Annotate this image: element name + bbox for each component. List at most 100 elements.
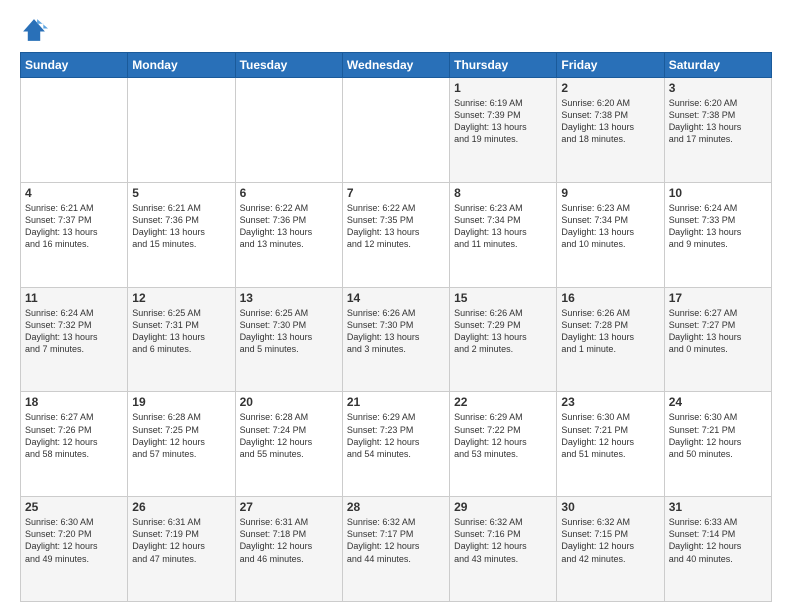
calendar-cell: 12Sunrise: 6:25 AM Sunset: 7:31 PM Dayli… (128, 287, 235, 392)
day-number: 15 (454, 291, 552, 305)
day-number: 18 (25, 395, 123, 409)
logo (20, 16, 52, 44)
calendar-cell: 26Sunrise: 6:31 AM Sunset: 7:19 PM Dayli… (128, 497, 235, 602)
calendar-cell (235, 78, 342, 183)
day-info: Sunrise: 6:30 AM Sunset: 7:21 PM Dayligh… (561, 411, 659, 460)
day-info: Sunrise: 6:28 AM Sunset: 7:24 PM Dayligh… (240, 411, 338, 460)
weekday-header-sunday: Sunday (21, 53, 128, 78)
day-number: 21 (347, 395, 445, 409)
weekday-header-monday: Monday (128, 53, 235, 78)
weekday-header-saturday: Saturday (664, 53, 771, 78)
day-number: 19 (132, 395, 230, 409)
day-number: 16 (561, 291, 659, 305)
calendar-cell: 31 Sunrise: 6:33 AM Sunset: 7:14 PM Dayli… (664, 497, 771, 602)
day-info: Sunrise: 6:23 AM Sunset: 7:34 PM Dayligh… (561, 202, 659, 251)
day-number: 5 (132, 186, 230, 200)
day-number: 23 (561, 395, 659, 409)
day-info: Sunrise: 6:20 AM Sunset: 7:38 PM Dayligh… (669, 97, 767, 146)
day-number: 26 (132, 500, 230, 514)
calendar-cell: 25 Sunrise: 6:30 AM Sunset: 7:20 PM Dayli… (21, 497, 128, 602)
day-number: 20 (240, 395, 338, 409)
day-number: 12 (132, 291, 230, 305)
day-info: Sunrise: 6:21 AM Sunset: 7:36 PM Dayligh… (132, 202, 230, 251)
day-info: Sunrise: 6:22 AM Sunset: 7:35 PM Dayligh… (347, 202, 445, 251)
day-number: 27 (240, 500, 338, 514)
calendar-cell: 23 Sunrise: 6:30 AM Sunset: 7:21 PM Dayli… (557, 392, 664, 497)
calendar-cell: 30 Sunrise: 6:32 AM Sunset: 7:15 PM Dayli… (557, 497, 664, 602)
calendar-cell: 20 Sunrise: 6:28 AM Sunset: 7:24 PM Dayli… (235, 392, 342, 497)
day-number: 14 (347, 291, 445, 305)
week-row-4: 18 Sunrise: 6:27 AM Sunset: 7:26 PM Dayli… (21, 392, 772, 497)
day-number: 29 (454, 500, 552, 514)
day-info: Sunrise: 6:32 AM Sunset: 7:17 PM Dayligh… (347, 516, 445, 565)
logo-icon (20, 16, 48, 44)
day-number: 3 (669, 81, 767, 95)
day-number: 8 (454, 186, 552, 200)
day-info: Sunrise: 6:25 AM Sunset: 7:30 PM Dayligh… (240, 307, 338, 356)
day-number: 9 (561, 186, 659, 200)
calendar-cell: 14 Sunrise: 6:26 AM Sunset: 7:30 PM Dayli… (342, 287, 449, 392)
calendar-cell: 3 Sunrise: 6:20 AM Sunset: 7:38 PM Daylig… (664, 78, 771, 183)
calendar-cell (342, 78, 449, 183)
week-row-1: 1 Sunrise: 6:19 AM Sunset: 7:39 PM Daylig… (21, 78, 772, 183)
calendar-cell: 5 Sunrise: 6:21 AM Sunset: 7:36 PM Daylig… (128, 182, 235, 287)
calendar-cell: 1 Sunrise: 6:19 AM Sunset: 7:39 PM Daylig… (450, 78, 557, 183)
day-info: Sunrise: 6:23 AM Sunset: 7:34 PM Dayligh… (454, 202, 552, 251)
calendar-cell (21, 78, 128, 183)
day-info: Sunrise: 6:30 AM Sunset: 7:20 PM Dayligh… (25, 516, 123, 565)
day-info: Sunrise: 6:31 AM Sunset: 7:18 PM Dayligh… (240, 516, 338, 565)
day-number: 30 (561, 500, 659, 514)
page: SundayMondayTuesdayWednesdayThursdayFrid… (0, 0, 792, 612)
header (20, 16, 772, 44)
day-info: Sunrise: 6:26 AM Sunset: 7:30 PM Dayligh… (347, 307, 445, 356)
day-number: 31 (669, 500, 767, 514)
day-number: 1 (454, 81, 552, 95)
day-number: 4 (25, 186, 123, 200)
calendar-cell (128, 78, 235, 183)
day-info: Sunrise: 6:32 AM Sunset: 7:16 PM Dayligh… (454, 516, 552, 565)
calendar-cell: 8 Sunrise: 6:23 AM Sunset: 7:34 PM Daylig… (450, 182, 557, 287)
calendar-cell: 29 Sunrise: 6:32 AM Sunset: 7:16 PM Dayli… (450, 497, 557, 602)
calendar-cell: 7 Sunrise: 6:22 AM Sunset: 7:35 PM Daylig… (342, 182, 449, 287)
week-row-3: 11Sunrise: 6:24 AM Sunset: 7:32 PM Dayli… (21, 287, 772, 392)
day-info: Sunrise: 6:22 AM Sunset: 7:36 PM Dayligh… (240, 202, 338, 251)
calendar-cell: 13Sunrise: 6:25 AM Sunset: 7:30 PM Dayli… (235, 287, 342, 392)
calendar-cell: 27 Sunrise: 6:31 AM Sunset: 7:18 PM Dayli… (235, 497, 342, 602)
day-number: 7 (347, 186, 445, 200)
calendar-cell: 17 Sunrise: 6:27 AM Sunset: 7:27 PM Dayli… (664, 287, 771, 392)
weekday-header-row: SundayMondayTuesdayWednesdayThursdayFrid… (21, 53, 772, 78)
calendar-cell: 15Sunrise: 6:26 AM Sunset: 7:29 PM Dayli… (450, 287, 557, 392)
calendar-cell: 4Sunrise: 6:21 AM Sunset: 7:37 PM Daylig… (21, 182, 128, 287)
calendar-cell: 18 Sunrise: 6:27 AM Sunset: 7:26 PM Dayli… (21, 392, 128, 497)
calendar-cell: 11Sunrise: 6:24 AM Sunset: 7:32 PM Dayli… (21, 287, 128, 392)
calendar-cell: 16 Sunrise: 6:26 AM Sunset: 7:28 PM Dayli… (557, 287, 664, 392)
day-number: 28 (347, 500, 445, 514)
day-number: 25 (25, 500, 123, 514)
day-info: Sunrise: 6:29 AM Sunset: 7:23 PM Dayligh… (347, 411, 445, 460)
calendar-cell: 22Sunrise: 6:29 AM Sunset: 7:22 PM Dayli… (450, 392, 557, 497)
day-info: Sunrise: 6:29 AM Sunset: 7:22 PM Dayligh… (454, 411, 552, 460)
day-info: Sunrise: 6:24 AM Sunset: 7:33 PM Dayligh… (669, 202, 767, 251)
calendar-cell: 10 Sunrise: 6:24 AM Sunset: 7:33 PM Dayli… (664, 182, 771, 287)
day-number: 10 (669, 186, 767, 200)
day-info: Sunrise: 6:32 AM Sunset: 7:15 PM Dayligh… (561, 516, 659, 565)
day-number: 17 (669, 291, 767, 305)
weekday-header-friday: Friday (557, 53, 664, 78)
calendar-cell: 6Sunrise: 6:22 AM Sunset: 7:36 PM Daylig… (235, 182, 342, 287)
weekday-header-thursday: Thursday (450, 53, 557, 78)
day-number: 2 (561, 81, 659, 95)
calendar-table: SundayMondayTuesdayWednesdayThursdayFrid… (20, 52, 772, 602)
calendar-cell: 19 Sunrise: 6:28 AM Sunset: 7:25 PM Dayli… (128, 392, 235, 497)
day-info: Sunrise: 6:27 AM Sunset: 7:27 PM Dayligh… (669, 307, 767, 356)
day-info: Sunrise: 6:33 AM Sunset: 7:14 PM Dayligh… (669, 516, 767, 565)
week-row-5: 25 Sunrise: 6:30 AM Sunset: 7:20 PM Dayli… (21, 497, 772, 602)
week-row-2: 4Sunrise: 6:21 AM Sunset: 7:37 PM Daylig… (21, 182, 772, 287)
day-info: Sunrise: 6:24 AM Sunset: 7:32 PM Dayligh… (25, 307, 123, 356)
day-info: Sunrise: 6:26 AM Sunset: 7:28 PM Dayligh… (561, 307, 659, 356)
calendar-cell: 28 Sunrise: 6:32 AM Sunset: 7:17 PM Dayli… (342, 497, 449, 602)
day-info: Sunrise: 6:27 AM Sunset: 7:26 PM Dayligh… (25, 411, 123, 460)
day-info: Sunrise: 6:28 AM Sunset: 7:25 PM Dayligh… (132, 411, 230, 460)
day-info: Sunrise: 6:19 AM Sunset: 7:39 PM Dayligh… (454, 97, 552, 146)
day-number: 24 (669, 395, 767, 409)
calendar-cell: 21 Sunrise: 6:29 AM Sunset: 7:23 PM Dayli… (342, 392, 449, 497)
